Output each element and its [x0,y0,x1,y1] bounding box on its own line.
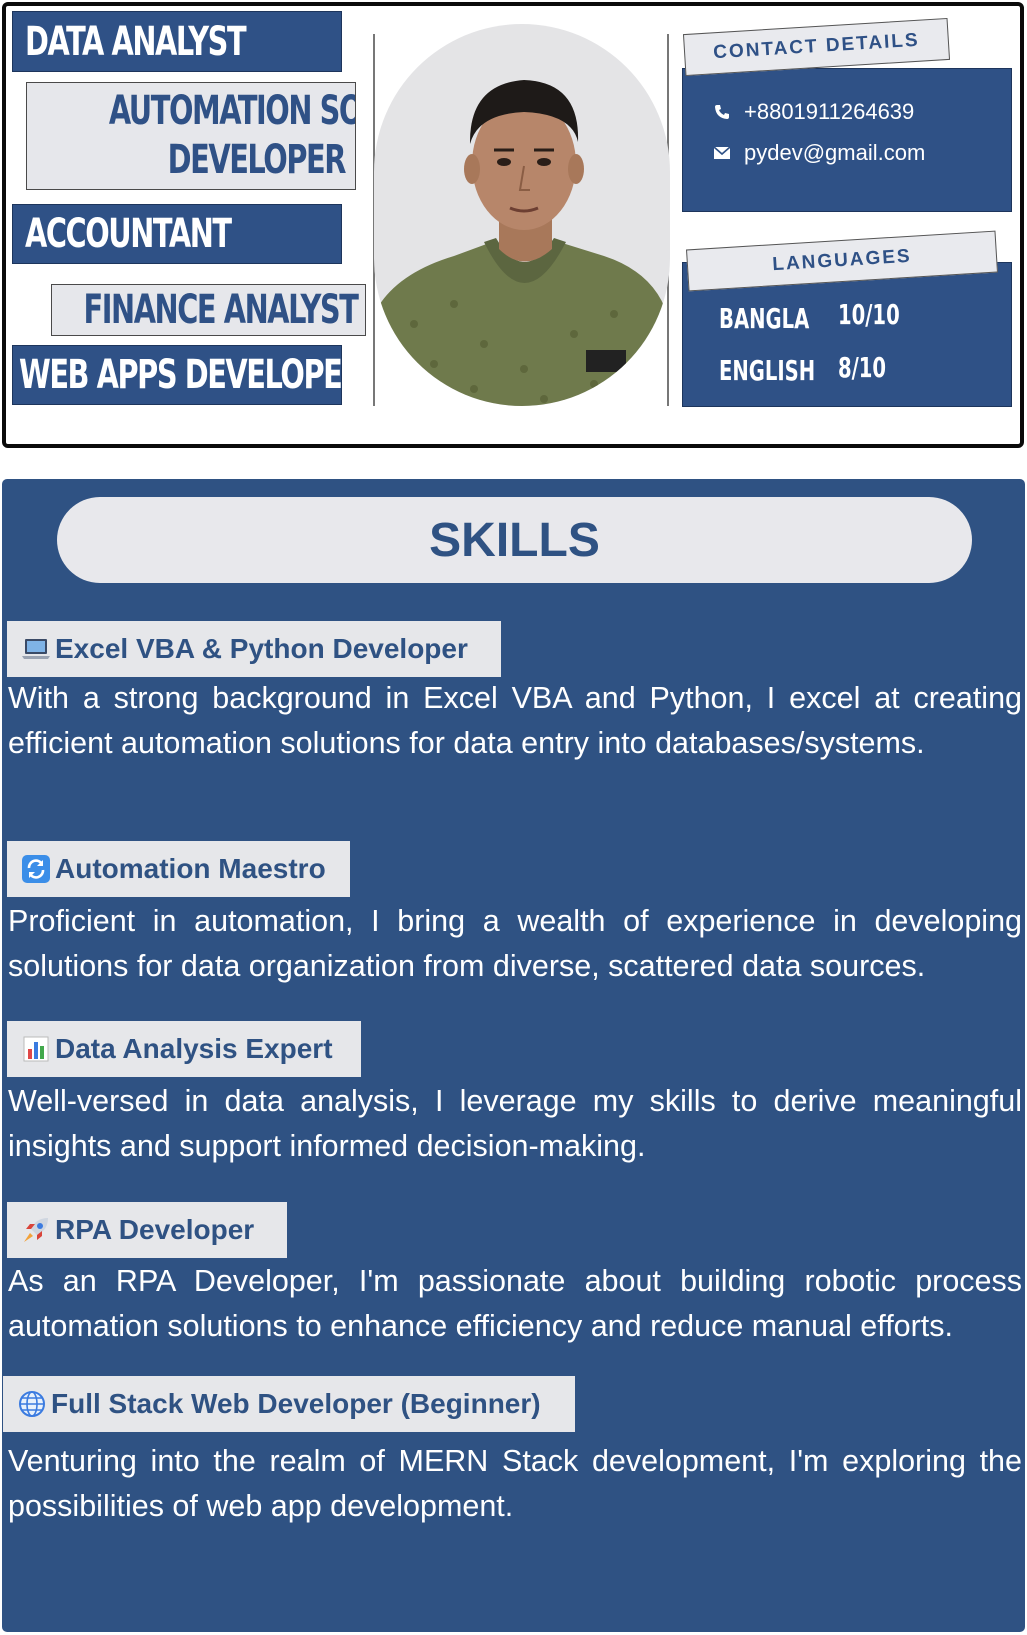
contact-phone[interactable]: +8801911264639 [712,99,914,125]
role-finance-analyst: FINANCE ANALYST [51,284,366,336]
email-address: pydev@gmail.com [744,140,926,165]
skill-description: As an RPA Developer, I'm passionate abou… [8,1264,1022,1343]
phone-icon [712,102,732,122]
bar-chart-icon [21,1034,51,1064]
skills-section: SKILLS Excel VBA & Python Developer With… [2,479,1025,1632]
skill-description: With a strong background in Excel VBA an… [8,681,1022,760]
language-score: 10/10 [838,298,900,331]
role-web-apps-developer: WEB APPS DEVELOPER [12,345,342,405]
profile-photo [374,24,670,406]
skill-heading: RPA Developer [7,1202,287,1258]
skill-heading: Full Stack Web Developer (Beginner) [3,1376,575,1432]
skill-description: Venturing into the realm of MERN Stack d… [8,1444,1022,1523]
language-name: ENGLISH [719,354,816,387]
rocket-icon [21,1215,51,1245]
skill-description: Well-versed in data analysis, I leverage… [8,1084,1022,1163]
skill-heading: Data Analysis Expert [7,1021,361,1077]
contact-email[interactable]: pydev@gmail.com [712,140,925,166]
skill-heading: Automation Maestro [7,841,350,897]
refresh-icon [21,854,51,884]
language-name: BANGLA [719,302,810,335]
language-score: 8/10 [838,351,887,384]
role-data-analyst: DATA ANALYST [12,11,342,72]
phone-number: +8801911264639 [744,99,915,124]
skill-heading: Excel VBA & Python Developer [7,621,501,677]
laptop-icon [21,634,51,664]
skills-title: SKILLS [57,497,972,583]
role-automation-developer: AUTOMATION SOLUTION DEVELOPER [26,82,356,190]
globe-icon [17,1389,47,1419]
role-accountant: ACCOUNTANT [12,204,342,264]
mail-icon [712,143,732,163]
skill-description: Proficient in automation, I bring a weal… [8,904,1022,983]
